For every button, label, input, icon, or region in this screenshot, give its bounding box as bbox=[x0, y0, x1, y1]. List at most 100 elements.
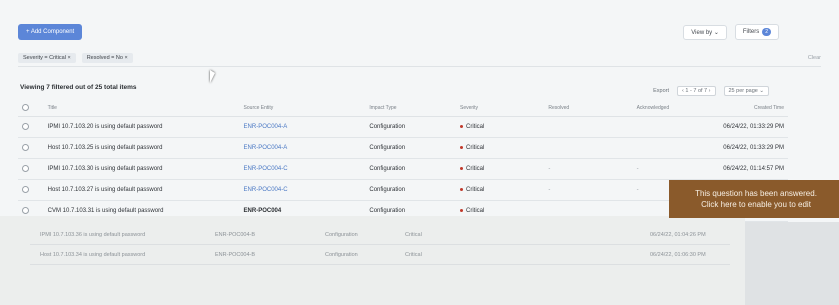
impact-type: Configuration bbox=[365, 158, 456, 180]
row-checkbox[interactable] bbox=[22, 143, 29, 151]
acknowledged-cell bbox=[632, 116, 720, 138]
table-header-row: Title Source Entity Impact Type Severity… bbox=[18, 100, 788, 117]
chevron-down-icon: ⌄ bbox=[713, 29, 719, 36]
answered-notice[interactable]: This question has been answered. Click h… bbox=[669, 180, 839, 218]
row-checkbox[interactable] bbox=[22, 206, 29, 214]
resolved-cell: - bbox=[544, 158, 633, 180]
alert-title[interactable]: IPMI 10.7.103.20 is using default passwo… bbox=[43, 116, 240, 138]
row-select-cell[interactable] bbox=[18, 158, 44, 180]
column-header-impact-type[interactable]: Impact Type bbox=[365, 100, 456, 117]
source-entity-link[interactable]: ENR-POC004-C bbox=[239, 158, 366, 180]
filters-label: Filters bbox=[742, 29, 760, 35]
table-row[interactable]: Host 10.7.103.34 is using default passwo… bbox=[30, 246, 730, 265]
severity-cell: Critical bbox=[455, 158, 545, 180]
table-row[interactable]: Host 10.7.103.25 is using default passwo… bbox=[18, 137, 788, 159]
toolbar-right: View by ⌄ Filters 2 bbox=[683, 24, 779, 40]
created-time: 06/24/22, 01:06:30 PM bbox=[650, 252, 706, 258]
source-entity-link[interactable]: ENR-POC004-A bbox=[239, 116, 366, 138]
row-checkbox[interactable] bbox=[22, 164, 29, 172]
alert-title[interactable]: Host 10.7.103.25 is using default passwo… bbox=[43, 137, 240, 159]
severity-cell: Critical bbox=[455, 179, 545, 201]
created-time: 06/24/22, 01:14:57 PM bbox=[719, 158, 788, 180]
column-header-severity[interactable]: Severity bbox=[455, 100, 545, 117]
resolved-cell: - bbox=[544, 179, 633, 201]
critical-dot-icon bbox=[459, 145, 463, 149]
created-time: 06/24/22, 01:04:26 PM bbox=[650, 232, 706, 238]
column-header-acknowledged[interactable]: Acknowledged bbox=[632, 100, 720, 117]
row-select-cell[interactable] bbox=[18, 116, 44, 138]
table-row[interactable]: IPMI 10.7.103.20 is using default passwo… bbox=[18, 116, 788, 138]
severity-cell: Critical bbox=[455, 137, 545, 159]
impact-type: Configuration bbox=[365, 116, 456, 138]
source-entity-link[interactable]: ENR-POC004-A bbox=[239, 137, 366, 159]
row-select-cell[interactable] bbox=[18, 179, 44, 201]
column-header-source-entity[interactable]: Source Entity bbox=[239, 100, 366, 117]
critical-dot-icon bbox=[459, 166, 463, 170]
pagination: Export ‹ 1 - 7 of 7 › 25 per page ⌄ bbox=[653, 86, 769, 96]
filters-button[interactable]: Filters 2 bbox=[734, 24, 779, 40]
page-range[interactable]: ‹ 1 - 7 of 7 › bbox=[677, 86, 716, 96]
impact-type: Configuration bbox=[325, 232, 358, 238]
export-link[interactable]: Export bbox=[653, 88, 669, 94]
results-summary: Viewing 7 filtered out of 25 total items bbox=[20, 84, 137, 91]
row-checkbox[interactable] bbox=[22, 122, 29, 130]
severity-label: Critical bbox=[465, 208, 485, 214]
source-entity-link[interactable]: ENR-POC004-B bbox=[215, 252, 255, 258]
active-filters-bar: Severity = Critical × Resolved = No × Cl… bbox=[18, 50, 821, 67]
filter-chip-label: Severity = Critical bbox=[23, 55, 66, 61]
close-icon[interactable]: × bbox=[124, 55, 127, 61]
filter-chip-severity[interactable]: Severity = Critical × bbox=[18, 53, 76, 63]
impact-type: Configuration bbox=[325, 252, 358, 258]
per-page-select[interactable]: 25 per page ⌄ bbox=[723, 86, 769, 96]
severity-label: Critical bbox=[465, 166, 485, 172]
row-select-cell[interactable] bbox=[18, 137, 44, 159]
critical-dot-icon bbox=[459, 124, 463, 128]
source-entity-link[interactable]: ENR-POC004-C bbox=[239, 179, 366, 201]
column-header-title[interactable]: Title bbox=[43, 100, 240, 117]
acknowledged-cell bbox=[632, 137, 720, 159]
column-header-created-time[interactable]: Created Time bbox=[719, 100, 788, 117]
created-time: 06/24/22, 01:33:29 PM bbox=[719, 137, 788, 159]
created-time: 06/24/22, 01:33:29 PM bbox=[719, 116, 788, 138]
table-row[interactable]: IPMI 10.7.103.36 is using default passwo… bbox=[30, 226, 730, 245]
alert-title[interactable]: Host 10.7.103.34 is using default passwo… bbox=[40, 252, 145, 258]
filter-chip-resolved[interactable]: Resolved = No × bbox=[81, 53, 133, 63]
close-icon[interactable]: × bbox=[67, 55, 70, 61]
add-component-button[interactable]: + Add Component bbox=[18, 24, 83, 40]
resolved-cell bbox=[544, 116, 633, 138]
top-toolbar: + Add Component View by ⌄ Filters 2 bbox=[18, 24, 779, 40]
source-entity-link[interactable]: ENR-POC004-B bbox=[215, 232, 255, 238]
severity-label: Critical bbox=[405, 232, 422, 238]
clear-filters-link[interactable]: Clear bbox=[808, 55, 821, 61]
severity-label: Critical bbox=[465, 187, 485, 193]
alert-title[interactable]: IPMI 10.7.103.30 is using default passwo… bbox=[43, 158, 240, 180]
acknowledged-cell: - bbox=[632, 158, 720, 180]
impact-type: Configuration bbox=[365, 179, 456, 201]
filters-count-badge: 2 bbox=[762, 28, 771, 36]
page-range-label: 1 - 7 of 7 bbox=[685, 88, 708, 94]
side-panel-edge bbox=[745, 222, 839, 305]
alert-title[interactable]: Host 10.7.103.27 is using default passwo… bbox=[43, 179, 240, 201]
answered-notice-line2[interactable]: Click here to enable you to edit bbox=[679, 199, 833, 210]
view-by-label: View by bbox=[691, 29, 713, 36]
mouse-cursor-icon bbox=[210, 70, 215, 83]
row-checkbox[interactable] bbox=[22, 185, 29, 193]
severity-label: Critical bbox=[465, 145, 485, 151]
critical-dot-icon bbox=[459, 208, 463, 212]
lower-table-area: IPMI 10.7.103.36 is using default passwo… bbox=[0, 216, 745, 305]
filter-chip-label: Resolved = No bbox=[86, 55, 123, 61]
view-by-button[interactable]: View by ⌄ bbox=[683, 24, 727, 40]
resolved-cell bbox=[544, 137, 633, 159]
table-row[interactable]: IPMI 10.7.103.30 is using default passwo… bbox=[18, 158, 788, 180]
impact-type: Configuration bbox=[365, 137, 456, 159]
select-all-cell[interactable] bbox=[18, 100, 44, 117]
column-header-resolved[interactable]: Resolved bbox=[544, 100, 633, 117]
severity-label: Critical bbox=[405, 252, 422, 258]
severity-cell: Critical bbox=[455, 116, 545, 138]
next-page-icon[interactable]: › bbox=[709, 88, 711, 94]
alert-title[interactable]: IPMI 10.7.103.36 is using default passwo… bbox=[40, 232, 145, 238]
select-all-checkbox[interactable] bbox=[22, 103, 29, 111]
critical-dot-icon bbox=[459, 187, 463, 191]
prev-page-icon[interactable]: ‹ bbox=[682, 88, 684, 94]
severity-label: Critical bbox=[465, 124, 485, 130]
